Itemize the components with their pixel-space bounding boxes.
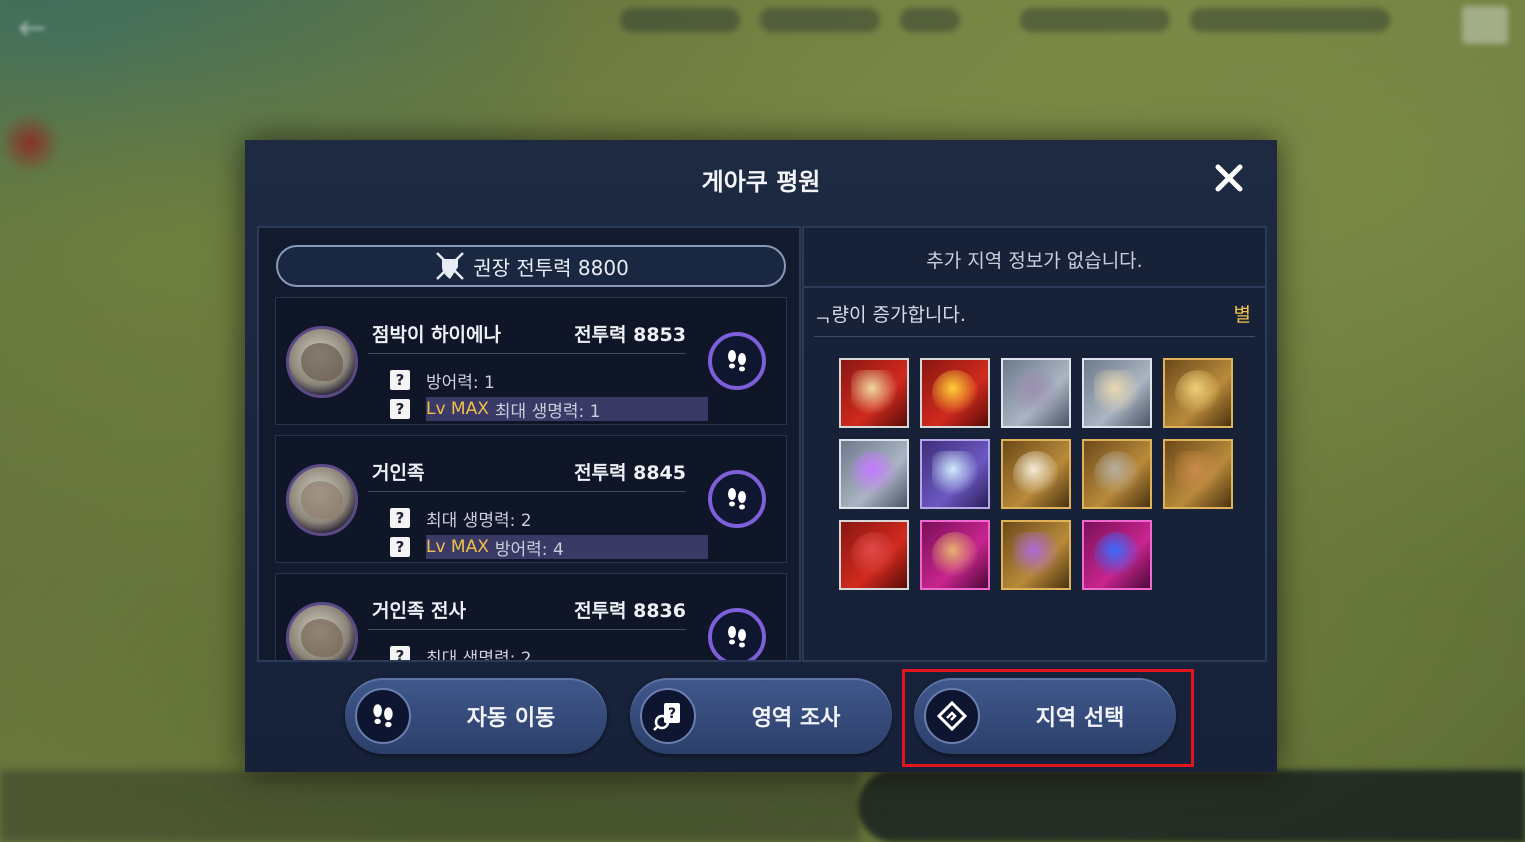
monster-stat: 방어력: 1: [426, 372, 495, 393]
resource-indicator: [1190, 8, 1390, 32]
treasure-chest-icon: [1175, 451, 1221, 497]
divider: [368, 491, 686, 492]
footprints-icon: [355, 688, 411, 744]
question-icon: ?: [390, 399, 410, 419]
monster-card[interactable]: 거인족 전투력 8845 ? 최대 생명력: 2 ? Lv MAX 방어력: 4: [275, 435, 787, 563]
auto-move-footprint-button[interactable]: [708, 332, 766, 390]
red-emblem-scroll-icon: [1013, 451, 1059, 497]
blue-crystal-item[interactable]: [1082, 520, 1152, 590]
stone-tablet-icon: [1094, 451, 1140, 497]
statue-icon: [851, 451, 897, 497]
monster-card[interactable]: 점박이 하이에나 전투력 8853 ? 방어력: 1 ? Lv MAX 최대 생명…: [275, 297, 787, 425]
blue-crystal-icon: [1094, 532, 1140, 578]
treasure-chest-item[interactable]: [1163, 439, 1233, 509]
magic-scroll-icon: [932, 532, 978, 578]
monster-stat-lvmax: Lv MAX 방어력: 4: [426, 537, 564, 560]
background-chat-bar: [0, 770, 860, 842]
disc-icon: [1013, 370, 1059, 416]
modal-title: 게아쿠 평원: [701, 168, 821, 196]
auto-move-footprint-button[interactable]: [708, 470, 766, 528]
monster-name: 거인족 전사: [372, 600, 467, 622]
question-icon: ?: [390, 537, 410, 557]
stone-tablet-item[interactable]: [1082, 439, 1152, 509]
divider: [804, 286, 1265, 288]
area-survey-label: 영역 조사: [751, 706, 841, 731]
monster-power: 전투력 8853: [574, 324, 686, 346]
survey-magnifier-icon: ?: [640, 688, 696, 744]
monster-power: 전투력 8836: [574, 600, 686, 622]
monster-stat: 최대 생명력: 2: [426, 510, 532, 531]
resource-indicator: [1020, 8, 1170, 32]
reward-items-grid: [839, 358, 1233, 590]
area-survey-button[interactable]: ? 영역 조사: [630, 678, 892, 754]
scroll-icon: [1094, 370, 1140, 416]
orb-icon: [932, 451, 978, 497]
crossed-swords-shield-icon: [436, 252, 465, 280]
close-icon: [1215, 164, 1243, 192]
svg-text:?: ?: [668, 706, 676, 722]
red-chest-item[interactable]: [839, 520, 909, 590]
monster-card[interactable]: 거인족 전사 전투력 8836 ? 최대 생명력: 2: [275, 573, 787, 662]
monster-name: 점박이 하이에나: [372, 324, 501, 346]
monster-stat-lvmax: Lv MAX 최대 생명력: 1: [426, 399, 601, 422]
divider: [814, 336, 1255, 337]
question-icon: ?: [390, 508, 410, 528]
monster-list-panel: 권장 전투력 8800 점박이 하이에나 전투력 8853 ? 방어력: 1 ?…: [257, 226, 801, 662]
arrow-left-icon: ←: [18, 8, 47, 48]
monster-portrait: [286, 602, 358, 660]
orb-item[interactable]: [920, 439, 990, 509]
footprints-icon: [728, 350, 746, 372]
recommended-power-badge: 권장 전투력 8800: [276, 245, 786, 287]
region-info-panel: 추가 지역 정보가 없습니다. ᆨ량이 증가합니다. 별: [802, 226, 1267, 662]
resource-indicator: [620, 8, 740, 32]
scroll-item[interactable]: [1082, 358, 1152, 428]
resource-indicator: [900, 8, 960, 32]
question-icon: ?: [390, 646, 410, 660]
question-icon: ?: [390, 370, 410, 390]
red-emblem-scroll-item[interactable]: [1001, 439, 1071, 509]
region-select-label: 지역 선택: [1035, 706, 1125, 731]
monster-power: 전투력 8845: [574, 462, 686, 484]
background-bottom-menu: [858, 770, 1525, 842]
gold-gem-icon: [932, 370, 978, 416]
auto-move-button[interactable]: 자동 이동: [345, 678, 607, 754]
background-top-bar: ←: [0, 0, 1525, 50]
compass-scroll-item[interactable]: [839, 358, 909, 428]
no-region-info-text: 추가 지역 정보가 없습니다.: [926, 250, 1143, 272]
statue-item[interactable]: [839, 439, 909, 509]
compass-scroll-icon: [851, 370, 897, 416]
divider: [368, 629, 686, 630]
map-marker-icon: [0, 108, 60, 178]
horn-item[interactable]: [1163, 358, 1233, 428]
footprints-icon: [728, 626, 746, 648]
close-button[interactable]: [1209, 158, 1249, 198]
horn-icon: [1175, 370, 1221, 416]
footprints-icon: [728, 488, 746, 510]
bracelet-icon: [1013, 532, 1059, 578]
recommended-power-text: 권장 전투력 8800: [473, 255, 629, 280]
resource-indicator: [760, 8, 880, 32]
menu-icon: [1462, 6, 1508, 44]
gold-gem-item[interactable]: [920, 358, 990, 428]
region-info-modal: 게아쿠 평원 권장 전투력 8800 점박이 하이에나 전투력 8853 ? 방…: [245, 140, 1277, 772]
auto-move-footprint-button[interactable]: [708, 608, 766, 660]
monster-portrait: [286, 464, 358, 536]
scrolling-info-text: ᆨ량이 증가합니다.: [814, 304, 966, 326]
bracelet-item[interactable]: [1001, 520, 1071, 590]
region-select-button[interactable]: 지역 선택: [914, 678, 1176, 754]
monster-stat: 최대 생명력: 2: [426, 648, 532, 662]
diamond-waypoint-icon: [924, 688, 980, 744]
scrolling-info-tail: 별: [1233, 304, 1251, 326]
divider: [368, 353, 686, 354]
red-chest-icon: [851, 532, 897, 578]
disc-item[interactable]: [1001, 358, 1071, 428]
monster-portrait: [286, 326, 358, 398]
magic-scroll-item[interactable]: [920, 520, 990, 590]
monster-name: 거인족: [372, 462, 425, 484]
auto-move-label: 자동 이동: [466, 706, 556, 731]
